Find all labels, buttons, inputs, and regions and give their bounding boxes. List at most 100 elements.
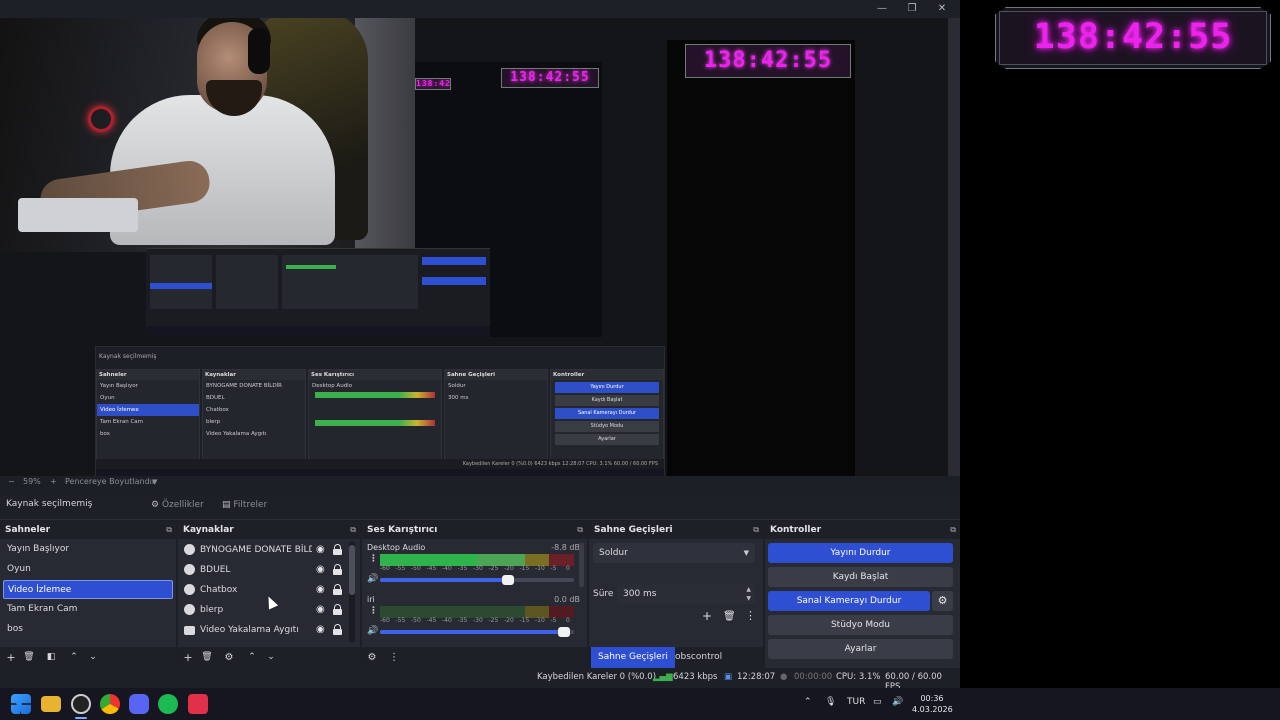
nested-mixer-channel: Desktop Audio: [312, 383, 353, 389]
network-icon[interactable]: ▭: [873, 697, 882, 707]
source-properties-button[interactable]: ⚙: [222, 651, 236, 665]
duration-value: 300 ms: [623, 589, 657, 599]
dropped-frames: Kaybedilen Kareler 0 (%0.0): [537, 672, 657, 682]
dock-popout-icon[interactable]: ⧉: [577, 521, 583, 539]
clock[interactable]: 00:36 4.03.2026: [912, 693, 953, 715]
zoom-out-button[interactable]: −: [8, 477, 15, 486]
minimize-icon[interactable]: —: [873, 2, 891, 16]
tab-scene-transitions[interactable]: Sahne Geçişleri: [591, 647, 675, 668]
channel-menu-icon[interactable]: ⋮: [369, 606, 378, 616]
move-up-button[interactable]: ⌃: [67, 651, 81, 665]
dock-popout-icon[interactable]: ⧉: [350, 521, 356, 539]
properties-button[interactable]: ⚙ Özellikler: [145, 495, 210, 515]
spotify-icon[interactable]: [158, 694, 178, 714]
nested-scene-item: Oyun: [100, 395, 115, 401]
lock-icon[interactable]: [333, 564, 342, 575]
speaker-icon[interactable]: 🔊: [367, 574, 378, 584]
visibility-eye-icon[interactable]: ◉: [316, 620, 325, 640]
nested-timer-large-text: 138:42:55: [703, 48, 833, 73]
zoom-level: 59%: [23, 477, 41, 486]
studio-mode-button[interactable]: Stüdyo Modu: [768, 615, 953, 635]
chevron-up-icon[interactable]: ⌃: [804, 697, 812, 707]
visibility-eye-icon[interactable]: ◉: [316, 560, 325, 580]
nested-scene-item: Yayın Başlıyor: [100, 383, 138, 389]
start-recording-button[interactable]: Kaydı Başlat: [768, 567, 953, 587]
advanced-audio-icon[interactable]: ⚙: [365, 651, 379, 665]
chrome-icon[interactable]: [100, 694, 120, 714]
language-indicator[interactable]: TUR: [847, 697, 865, 707]
file-explorer-icon[interactable]: [41, 696, 61, 712]
zoom-in-button[interactable]: +: [50, 477, 57, 486]
app-icon[interactable]: [188, 694, 208, 714]
source-item[interactable]: BDUEL ◉: [181, 560, 349, 580]
scene-item[interactable]: Tam Ekran Cam: [3, 600, 173, 619]
volume-knob[interactable]: [558, 627, 571, 637]
stop-virtualcam-button[interactable]: Sanal Kamerayı Durdur: [768, 591, 930, 611]
visibility-eye-icon[interactable]: ◉: [316, 600, 325, 620]
transition-menu-icon[interactable]: ⋮: [745, 609, 756, 622]
move-down-button[interactable]: ⌄: [86, 651, 100, 665]
transitions-dock-header: Sahne Geçişleri ⧉: [589, 521, 763, 539]
virtualcam-settings-gear-icon[interactable]: ⚙: [932, 591, 953, 611]
dock-popout-icon[interactable]: ⧉: [753, 521, 759, 539]
meter-scale-label: -25: [488, 617, 499, 624]
lock-icon[interactable]: [333, 544, 342, 555]
scene-filters-button[interactable]: ◧: [44, 651, 58, 665]
scene-item-selected[interactable]: Video İzlemee: [3, 580, 173, 599]
visibility-eye-icon[interactable]: ◉: [316, 580, 325, 600]
add-source-button[interactable]: +: [181, 651, 195, 665]
nested-start-recording: Kaydı Başlat: [555, 395, 659, 406]
visibility-eye-icon[interactable]: ◉: [316, 540, 325, 560]
add-scene-button[interactable]: +: [4, 651, 18, 665]
move-up-button[interactable]: ⌃: [245, 651, 259, 665]
discord-icon[interactable]: [129, 694, 149, 714]
settings-button[interactable]: Ayarlar: [768, 639, 953, 659]
duration-input[interactable]: 300 ms ▲ ▼: [617, 584, 755, 604]
scrollbar-thumb[interactable]: [349, 545, 355, 595]
source-item[interactable]: BYNOGAME DONATE BİLDİR ◉: [181, 540, 349, 560]
clock-date: 4.03.2026: [912, 705, 953, 714]
zoom-fit-label[interactable]: Pencereye Boyutlandır: [65, 477, 155, 486]
volume-slider[interactable]: [380, 627, 574, 637]
transition-select[interactable]: Soldur ▼: [593, 543, 755, 563]
filters-button[interactable]: ▤ Filtreler: [216, 495, 273, 515]
sources-scrollbar[interactable]: [349, 541, 355, 643]
scene-item[interactable]: Yayın Başlıyor: [3, 540, 173, 559]
nested-meter: [315, 392, 435, 398]
windows-start-icon[interactable]: [11, 694, 31, 714]
source-item[interactable]: Video Yakalama Aygıtı ◉: [181, 620, 349, 640]
mixer-scrollbar[interactable]: [579, 543, 584, 587]
close-icon[interactable]: ✕: [933, 2, 951, 16]
volume-slider[interactable]: [380, 575, 574, 585]
duration-spinner[interactable]: ▲ ▼: [746, 585, 751, 603]
dock-popout-icon[interactable]: ⧉: [166, 521, 172, 539]
meter-scale-label: -5: [550, 565, 557, 572]
preview-area[interactable]: 138:42:55 138:42:55: [0, 18, 960, 476]
scene-item[interactable]: bos: [3, 620, 173, 639]
move-down-button[interactable]: ⌄: [264, 651, 278, 665]
mixer-menu-icon[interactable]: ⋮: [387, 651, 401, 665]
lock-icon[interactable]: [333, 624, 342, 635]
audio-mixer-dock: Ses Karıştırıcı ⧉ Desktop Audio -8.8 dB …: [362, 521, 587, 668]
microphone-icon[interactable]: 🎙: [825, 697, 836, 707]
lock-icon[interactable]: [333, 584, 342, 595]
scene-item[interactable]: Oyun: [3, 560, 173, 579]
speaker-icon[interactable]: 🔊: [367, 626, 378, 636]
lock-icon[interactable]: [333, 604, 342, 615]
volume-icon[interactable]: 🔊: [892, 697, 903, 707]
preview-scrollbar[interactable]: [948, 18, 960, 476]
remove-scene-button[interactable]: 🗑: [22, 651, 36, 665]
maximize-icon[interactable]: ❐: [903, 2, 921, 16]
dock-popout-icon[interactable]: ⧉: [950, 521, 956, 539]
nested-source-item: BYNOGAME DONATE BİLDİR: [206, 383, 283, 389]
obs-icon[interactable]: [71, 694, 91, 714]
add-transition-icon[interactable]: +: [702, 609, 712, 623]
tab-obscontrol[interactable]: obscontrol: [668, 647, 729, 668]
remove-source-button[interactable]: 🗑: [200, 651, 214, 665]
remove-transition-icon[interactable]: 🗑: [723, 611, 736, 622]
channel-menu-icon[interactable]: ⋮: [369, 554, 378, 564]
filters-label: Filtreler: [233, 500, 268, 510]
volume-knob[interactable]: [502, 575, 515, 585]
stop-stream-button[interactable]: Yayını Durdur: [768, 543, 953, 563]
zoom-dropdown-icon[interactable]: ▼: [152, 478, 157, 486]
